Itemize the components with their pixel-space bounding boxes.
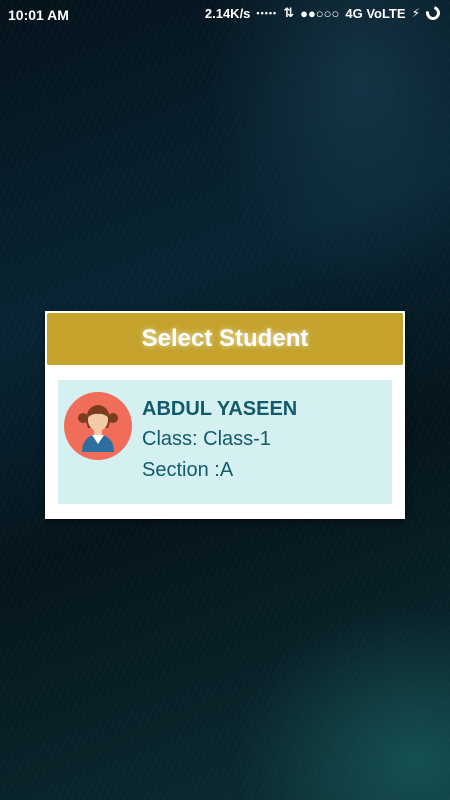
status-bar: 10:01 AM 2.14K/s ••••• ⇅ ●●○○○ 4G VoLTE … [0,0,450,30]
dialog-header: Select Student [47,313,403,365]
status-indicators: 2.14K/s ••••• ⇅ ●●○○○ 4G VoLTE ⚡ [204,3,443,23]
status-time: 10:01 AM [8,7,69,23]
dialog-title: Select Student [141,325,309,352]
network-type: 4G VoLTE [345,5,406,21]
battery-icon [423,3,443,23]
signal-dots-icon: ••••• [256,8,278,18]
charging-icon: ⚡ [411,6,420,20]
signal-strength-icon: ●●○○○ [300,5,340,21]
student-section: Section :A [142,459,234,481]
select-student-dialog: Select Student ABDUL YASEEN Class: Class… [45,311,405,519]
student-class: Class: Class-1 [142,428,271,450]
student-name: ABDUL YASEEN [142,398,298,420]
girl-student-icon [64,392,132,460]
data-transfer-icon: ⇅ [283,5,295,20]
student-list-item[interactable]: ABDUL YASEEN Class: Class-1 Section :A [58,380,392,504]
network-speed: 2.14K/s [204,5,251,21]
